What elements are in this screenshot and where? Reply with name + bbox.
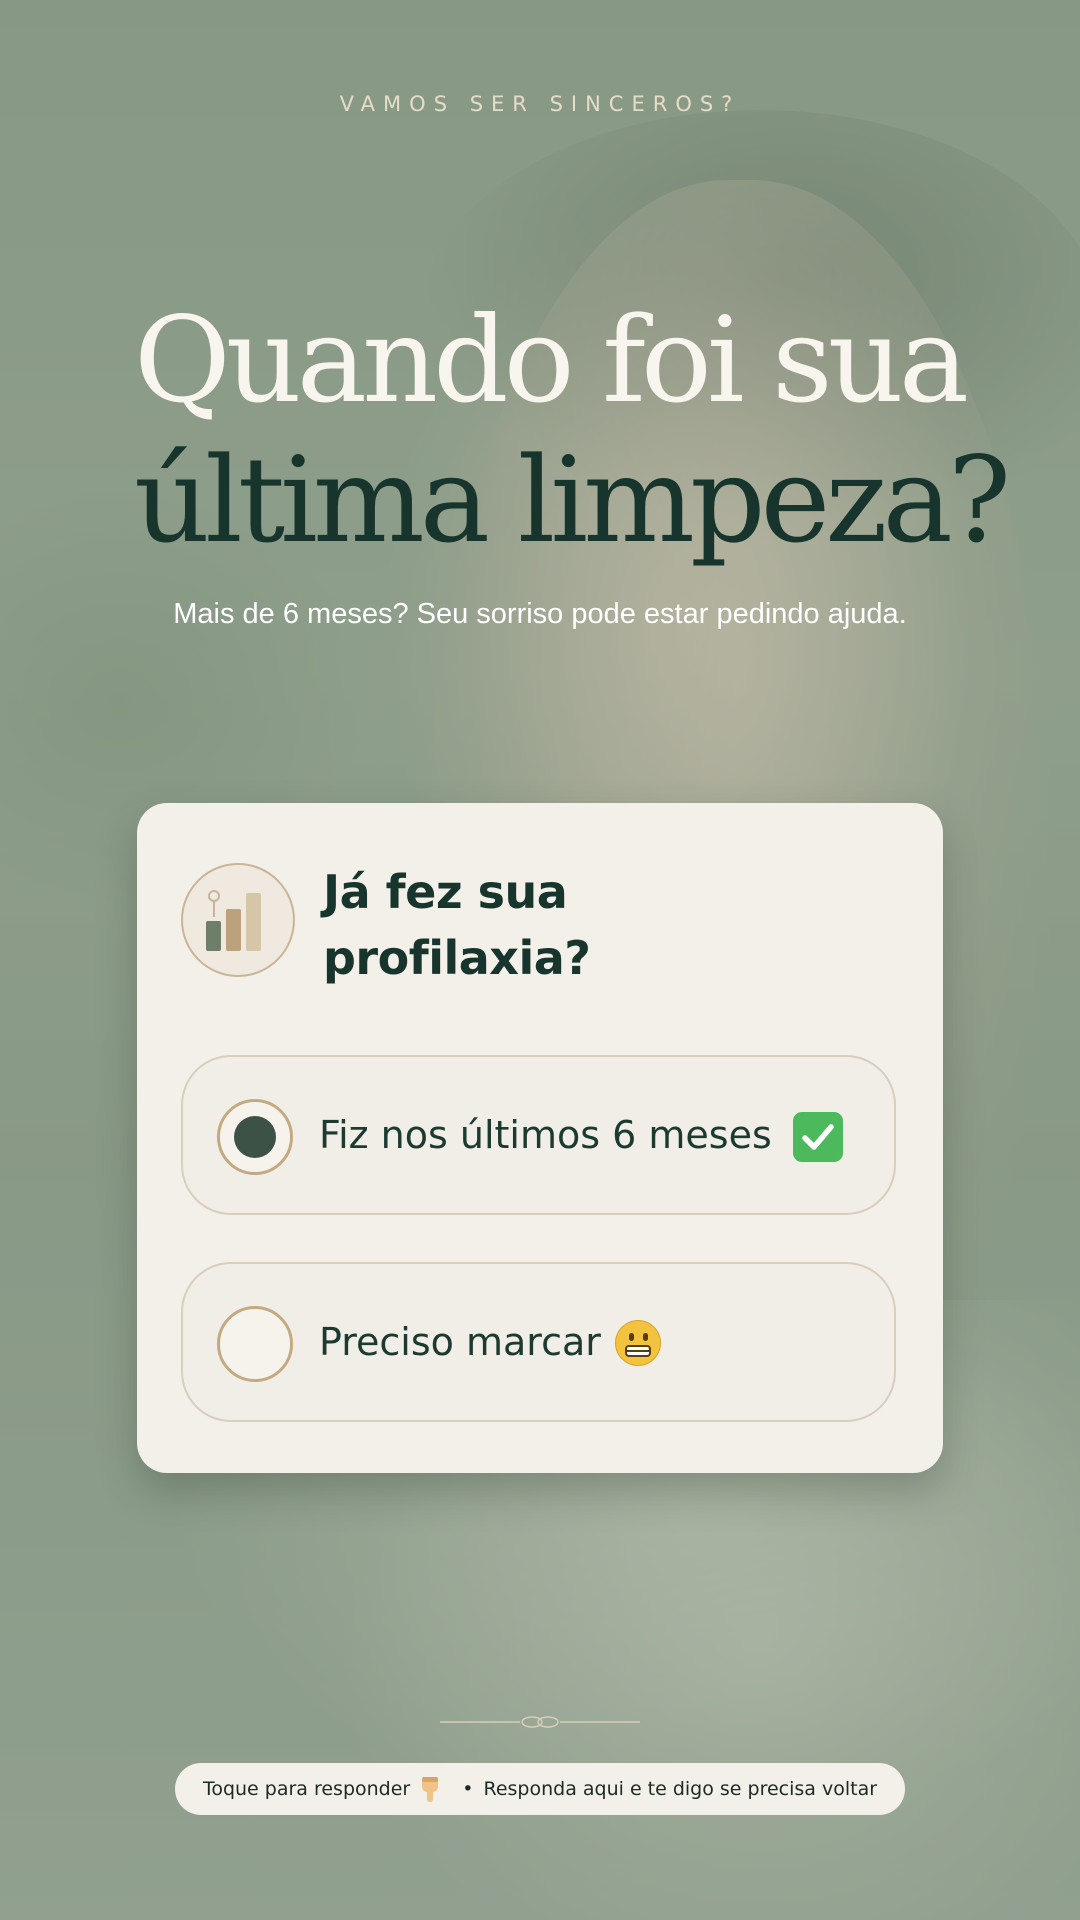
poll-option-done-recently[interactable]: Fiz nos últimos 6 meses	[181, 1055, 896, 1215]
radio-selected[interactable]	[217, 1099, 293, 1175]
cta-text: Responda aqui e te digo se precisa volta…	[483, 1778, 878, 1800]
radio-unselected[interactable]	[217, 1306, 293, 1382]
tap-to-respond-text: Toque para responder	[202, 1778, 411, 1800]
grimace-eye	[629, 1333, 634, 1341]
ornament-divider	[440, 1716, 640, 1728]
grimace-mouth	[625, 1345, 651, 1357]
bar-chart-icon	[181, 863, 295, 977]
subtitle: Mais de 6 meses? Seu sorriso pode estar …	[173, 598, 907, 630]
option-label: Preciso marcar	[319, 1320, 601, 1364]
grimacing-face-icon	[615, 1320, 661, 1366]
radio-dot	[234, 1116, 276, 1158]
headline-line-1: Quando foi sua	[134, 291, 969, 429]
poll-question-line-2: profilaxia?	[323, 931, 591, 985]
poll-card: Já fez sua profilaxia? Fiz nos últimos 6…	[137, 803, 943, 1473]
poll-question-line-1: Já fez sua	[323, 865, 568, 919]
footer-cta-pill[interactable]: Toque para responder • Responda aqui e t…	[175, 1763, 905, 1815]
poll-option-need-to-schedule[interactable]: Preciso marcar	[181, 1262, 896, 1422]
eyebrow-text: VAMOS SER SINCEROS?	[339, 92, 741, 116]
poll-question: Já fez sua profilaxia?	[323, 859, 883, 991]
option-label: Fiz nos últimos 6 meses	[319, 1113, 772, 1157]
headline-line-2: última limpeza?	[134, 431, 1011, 569]
separator-dot: •	[462, 1778, 474, 1800]
headline: Quando foi sua última limpeza?	[134, 290, 1014, 570]
grimace-eye	[643, 1333, 648, 1341]
check-mark-icon	[793, 1112, 843, 1162]
pointing-down-hand-icon	[420, 1775, 440, 1803]
